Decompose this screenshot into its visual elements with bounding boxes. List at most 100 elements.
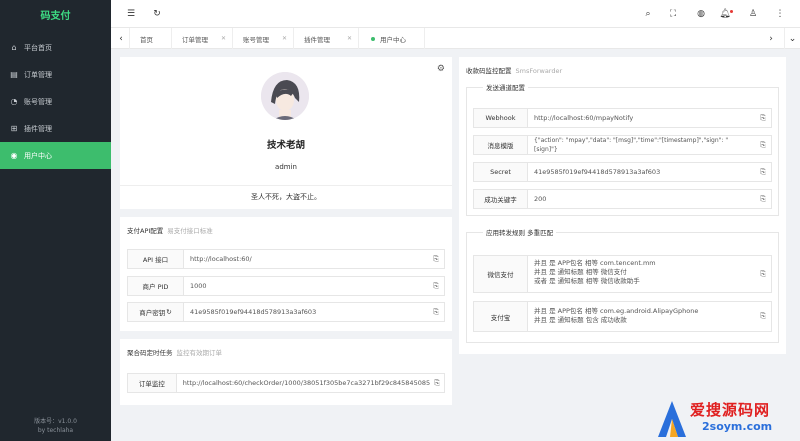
sidebar-item-home[interactable]: ⌂ 平台首页 xyxy=(0,34,111,61)
api-config-subtitle: 易支付接口标准 xyxy=(167,227,213,235)
watermark-text: 爱搜源码网 xyxy=(690,401,771,419)
tab-close-icon[interactable]: ✕ xyxy=(282,35,287,42)
more-icon[interactable]: ⋮ xyxy=(774,8,786,20)
app-logo[interactable]: 码支付 xyxy=(0,0,111,34)
rule-line: 并且 是 APP包名 相等 com.eg.android.AlipayGphon… xyxy=(534,307,699,315)
watermark-sub: 2soym.com xyxy=(702,420,773,433)
fullscreen-icon[interactable]: ⛶ xyxy=(667,8,679,20)
sidebar-item-label: 用户中心 xyxy=(24,151,52,160)
secret-value[interactable]: 41e9585f019ef94418d578913a3af603 xyxy=(528,163,755,181)
tab-orders[interactable]: 订单管理 ✕ xyxy=(172,28,233,49)
copy-icon[interactable]: ⎘ xyxy=(428,250,444,268)
sidebar-item-label: 平台首页 xyxy=(24,43,52,52)
copy-icon[interactable]: ⎘ xyxy=(428,303,444,321)
author-text: by techlaha xyxy=(37,427,74,434)
message-template-value[interactable]: {"action": "mpay","data": "[msg]","time"… xyxy=(528,136,755,154)
tab-label: 首页 xyxy=(140,35,153,44)
tab-plugins[interactable]: 插件管理 ✕ xyxy=(294,28,359,49)
user-icon: ◉ xyxy=(10,151,18,160)
copy-icon[interactable]: ⎘ xyxy=(755,136,771,154)
active-tab-dot xyxy=(371,36,375,41)
settings-gear-icon[interactable]: ⚙ xyxy=(437,64,445,74)
send-channel-legend: 发送通道配置 xyxy=(486,84,525,92)
merchant-key-value[interactable]: 41e9585f019ef94418d578913a3af603 xyxy=(184,303,428,321)
api-config-title: 支付API配置 xyxy=(127,227,164,235)
user-avatar-icon[interactable]: ♙ xyxy=(747,8,759,20)
menu-toggle-icon[interactable]: ☰ xyxy=(125,8,137,20)
alipay-rule-row: 支付宝 并且 是 APP包名 相等 com.eg.android.AlipayG… xyxy=(473,301,772,332)
forward-rules-legend: 应用转发规则 多重匹配 xyxy=(486,229,554,237)
rule-line: 并且 是 APP包名 相等 com.tencent.mm xyxy=(534,259,656,267)
rule-line: 并且 是 通知标题 相等 微信支付 xyxy=(534,268,627,276)
sidebar-item-accounts[interactable]: ◔ 账号管理 xyxy=(0,88,111,115)
tab-accounts[interactable]: 账号管理 ✕ xyxy=(233,28,294,49)
secret-row: Secret 41e9585f019ef94418d578913a3af603 … xyxy=(473,162,772,182)
tab-home[interactable]: 首页 xyxy=(129,28,172,49)
profile-username: admin xyxy=(275,163,297,171)
profile-motto: 圣人不死，大盗不止。 xyxy=(251,193,321,201)
merchant-pid-value[interactable]: 1000 xyxy=(184,277,428,295)
row-label: 商户 PID xyxy=(128,277,184,295)
copy-icon[interactable]: ⎘ xyxy=(430,374,444,392)
success-keyword-row: 成功关键字 200 ⎘ xyxy=(473,189,772,209)
monitor-subtitle: SmsForwarder xyxy=(515,67,563,75)
api-config-card: 支付API配置 易支付接口标准 API 接口 http://localhost:6… xyxy=(120,217,452,331)
row-label: Webhook xyxy=(474,109,528,127)
sidebar-item-label: 订单管理 xyxy=(24,70,52,79)
sidebar-item-user-center[interactable]: ◉ 用户中心 xyxy=(0,142,111,169)
rule-line: 或者 是 通知标题 相等 微信收款助手 xyxy=(534,277,640,285)
top-bar: ☰ ↻ ⌕ ⛶ ◍ 🔔︎ ♙ ⋮ xyxy=(111,0,800,28)
sidebar-item-label: 插件管理 xyxy=(24,124,52,133)
sidebar-item-orders[interactable]: ▤ 订单管理 xyxy=(0,61,111,88)
rule-line: 并且 是 通知标题 包含 成功收款 xyxy=(534,316,627,324)
tab-close-icon[interactable]: ✕ xyxy=(221,35,226,42)
copy-icon[interactable]: ⎘ xyxy=(755,109,771,127)
row-label: 微信支付 xyxy=(474,256,528,292)
api-config-header: 支付API配置 易支付接口标准 xyxy=(120,217,452,243)
webhook-value[interactable]: http://localhost:60/mpayNotify xyxy=(528,109,755,127)
tab-label: 插件管理 xyxy=(304,35,330,44)
tabs-menu-icon[interactable]: ⌄ xyxy=(784,28,800,49)
alipay-rule-value[interactable]: 并且 是 APP包名 相等 com.eg.android.AlipayGphon… xyxy=(528,302,755,331)
row-label: 消息模版 xyxy=(474,136,528,154)
sidebar-item-plugins[interactable]: ⊞ 插件管理 xyxy=(0,115,111,142)
success-keyword-value[interactable]: 200 xyxy=(528,190,755,208)
notification-icon[interactable]: 🔔︎ xyxy=(719,8,733,20)
webhook-row: Webhook http://localhost:60/mpayNotify ⎘ xyxy=(473,108,772,128)
theme-icon[interactable]: ◍ xyxy=(695,8,707,20)
message-template-row: 消息模版 {"action": "mpay","data": "[msg]","… xyxy=(473,135,772,155)
copy-icon[interactable]: ⎘ xyxy=(428,277,444,295)
tab-close-icon[interactable]: ✕ xyxy=(347,35,352,42)
copy-icon[interactable]: ⎘ xyxy=(755,190,771,208)
order-icon: ▤ xyxy=(10,70,18,79)
divider xyxy=(120,185,452,186)
monitor-card: 收款码监控配置 SmsForwarder 发送通道配置 Webhook http:… xyxy=(459,57,786,354)
tabs-bar: ‹ 首页 订单管理 ✕ 账号管理 ✕ 插件管理 ✕ 用户中心 › ⌄ xyxy=(111,28,800,49)
tabs-scroll-left-icon[interactable]: ‹ xyxy=(115,28,127,49)
cron-subtitle: 监控有效期订单 xyxy=(176,349,223,357)
monitor-header: 收款码监控配置 SmsForwarder xyxy=(459,57,786,83)
profile-card: ⚙ 技术老胡 admin 圣人不死，大盗不止。 xyxy=(120,57,452,209)
refresh-key-icon[interactable]: ↻ xyxy=(166,308,171,316)
row-label-with-refresh[interactable]: 商户密钥 ↻ xyxy=(128,303,184,321)
refresh-icon[interactable]: ↻ xyxy=(151,8,163,20)
wechat-rule-value[interactable]: 并且 是 APP包名 相等 com.tencent.mm 并且 是 通知标题 相… xyxy=(528,256,755,292)
wechat-rule-row: 微信支付 并且 是 APP包名 相等 com.tencent.mm 并且 是 通… xyxy=(473,255,772,293)
tab-label: 账号管理 xyxy=(243,35,269,44)
row-label: 成功关键字 xyxy=(474,190,528,208)
row-label: API 接口 xyxy=(128,250,184,268)
merchant-pid-row: 商户 PID 1000 ⎘ xyxy=(127,276,445,296)
copy-icon[interactable]: ⎘ xyxy=(755,163,771,181)
order-monitor-value[interactable]: http://localhost:60/checkOrder/1000/3805… xyxy=(177,374,430,392)
cron-card: 聚合码定时任务 监控有效期订单 订单监控 http://localhost:60/… xyxy=(120,339,452,405)
search-icon[interactable]: ⌕ xyxy=(642,8,654,20)
sidebar-item-label: 账号管理 xyxy=(24,97,52,106)
tabs-scroll-right-icon[interactable]: › xyxy=(765,28,777,49)
api-url-value[interactable]: http://localhost:60/ xyxy=(184,250,428,268)
watermark-logo: 爱搜源码网 2soym.com xyxy=(654,397,796,439)
copy-icon[interactable]: ⎘ xyxy=(755,302,771,331)
version-text: 版本号：v1.0.0 xyxy=(34,418,77,425)
tab-user-center[interactable]: 用户中心 xyxy=(359,28,425,49)
order-monitor-row: 订单监控 http://localhost:60/checkOrder/1000… xyxy=(127,373,445,393)
copy-icon[interactable]: ⎘ xyxy=(755,256,771,292)
